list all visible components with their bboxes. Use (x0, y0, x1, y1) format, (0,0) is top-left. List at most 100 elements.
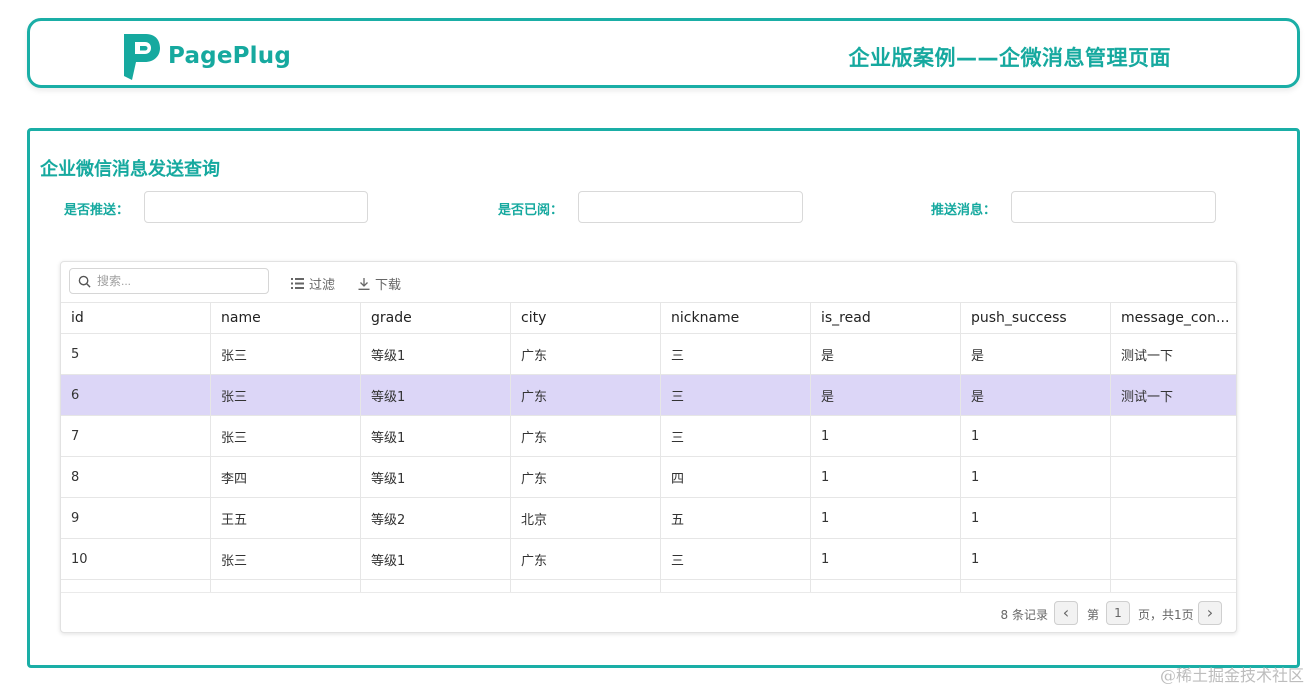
panel-title: 企业微信消息发送查询 (40, 159, 220, 180)
column-header[interactable]: push_success (961, 303, 1111, 333)
page-suffix: 页，共1页 (1138, 608, 1194, 622)
column-header[interactable]: city (511, 303, 661, 333)
table-grid: id name grade city nickname is_read push… (61, 302, 1236, 592)
table-cell: 是 (961, 334, 1111, 374)
filter-button[interactable]: 过滤 (291, 274, 335, 293)
prev-page-button[interactable]: ‹ (1054, 601, 1078, 625)
next-page-button[interactable]: › (1198, 601, 1222, 625)
table-pagination: 8 条记录 ‹ 第 1 页，共1页 › (61, 592, 1236, 632)
table-cell: 是 (811, 375, 961, 415)
header-title: 企业版案例——企微消息管理页面 (848, 46, 1171, 70)
current-page-input[interactable]: 1 (1106, 601, 1130, 625)
table-toolbar: 过滤 下载 (61, 262, 1236, 302)
table-cell: 测试一下 (1121, 348, 1174, 364)
table-cell: 等级1 (361, 416, 511, 456)
table-cell: 等级1 (361, 457, 511, 497)
table-cell: 王五 (211, 498, 361, 538)
table-cell: 是 (811, 334, 961, 374)
query-panel: 企业微信消息发送查询 是否推送： 是否已阅： 推送消息： 过滤 (27, 128, 1300, 668)
search-icon (78, 275, 91, 288)
logo-text: PagePlug (168, 43, 292, 69)
filter-label-read: 是否已阅： (498, 203, 564, 218)
table-cell: 是 (961, 375, 1111, 415)
table-cell: 8 (61, 457, 211, 497)
table-cell: 等级2 (361, 498, 511, 538)
table-cell: 张三 (211, 375, 361, 415)
table-cell: 张三 (211, 539, 361, 579)
download-icon (358, 277, 370, 290)
table-cell: 五 (661, 498, 811, 538)
table-cell: 等级1 (361, 539, 511, 579)
table-cell: 测试一下 (1121, 389, 1174, 405)
filter-input-pushed[interactable] (144, 191, 368, 223)
table-cell: 等级1 (361, 375, 511, 415)
table-cell: 1 (961, 457, 1111, 497)
column-header[interactable]: grade (361, 303, 511, 333)
filter-list-icon (291, 278, 304, 289)
download-button-label: 下载 (375, 278, 402, 293)
table-cell: 1 (811, 498, 961, 538)
table-row[interactable]: 10 张三 等级1 广东三 1 1 (61, 539, 1236, 580)
table-row[interactable]: 9 王五 等级2 北京五 1 1 (61, 498, 1236, 539)
record-count: 8 条记录 (1000, 608, 1048, 622)
table-body: 5 张三 等级1 广东三是是测试一下 6 张三 等级1 广东三是是测试一下 7 张三 等级1 广东三 1… (61, 334, 1236, 580)
table-cell (1111, 539, 1236, 579)
table-cell: 7 (61, 416, 211, 456)
page-prefix: 第 (1087, 608, 1100, 622)
column-header[interactable]: id (61, 303, 211, 333)
table-cell: 三 (661, 416, 811, 456)
table-cell: 1 (811, 416, 961, 456)
data-table: 过滤 下载 id name grade city nickname is_rea… (60, 261, 1237, 633)
filter-input-message[interactable] (1011, 191, 1216, 223)
table-cell: 5 (61, 334, 211, 374)
table-search-box[interactable] (69, 268, 269, 294)
table-row[interactable]: 5 张三 等级1 广东三是是测试一下 (61, 334, 1236, 375)
pageplug-logo-icon (124, 34, 160, 80)
column-header[interactable]: message_con... (1111, 303, 1236, 333)
table-search-input[interactable] (97, 274, 257, 288)
chevron-left-icon: ‹ (1062, 603, 1070, 622)
table-row[interactable]: 7 张三 等级1 广东三 1 1 (61, 416, 1236, 457)
table-cell: 1 (811, 457, 961, 497)
table-cell: 等级1 (361, 334, 511, 374)
chevron-right-icon: › (1206, 603, 1214, 622)
page-header: PagePlug 企业版案例——企微消息管理页面 (27, 18, 1300, 88)
table-cell: 1 (961, 416, 1111, 456)
table-cell: 广东 (511, 334, 661, 374)
table-cell: 张三 (211, 416, 361, 456)
table-cell: 三 (661, 375, 811, 415)
table-cell: 三 (661, 334, 811, 374)
filter-label-pushed: 是否推送： (64, 203, 130, 218)
pageplug-logo: PagePlug (120, 31, 291, 81)
watermark: @稀土掘金技术社区 (1159, 666, 1304, 685)
table-cell: 9 (61, 498, 211, 538)
table-cell (1111, 498, 1236, 538)
table-cell: 10 (61, 539, 211, 579)
table-cell: 1 (961, 539, 1111, 579)
table-cell: 广东 (511, 416, 661, 456)
column-header[interactable]: name (211, 303, 361, 333)
filter-button-label: 过滤 (309, 278, 336, 293)
table-cell: 广东 (511, 539, 661, 579)
column-header[interactable]: nickname (661, 303, 811, 333)
table-row-partial (61, 580, 1236, 592)
table-cell: 四 (661, 457, 811, 497)
table-header-row: id name grade city nickname is_read push… (61, 302, 1236, 334)
table-cell: 6 (61, 375, 211, 415)
table-row[interactable]: 6 张三 等级1 广东三是是测试一下 (61, 375, 1236, 416)
table-cell: 北京 (511, 498, 661, 538)
table-cell (1111, 457, 1236, 497)
table-cell: 张三 (211, 334, 361, 374)
column-header[interactable]: is_read (811, 303, 961, 333)
table-cell: 李四 (211, 457, 361, 497)
table-cell: 1 (811, 539, 961, 579)
download-button[interactable]: 下载 (358, 274, 401, 293)
filter-input-read[interactable] (578, 191, 803, 223)
filter-label-message: 推送消息： (931, 203, 997, 218)
table-cell: 广东 (511, 457, 661, 497)
table-cell: 广东 (511, 375, 661, 415)
table-row[interactable]: 8 李四 等级1 广东四 1 1 (61, 457, 1236, 498)
table-cell: 1 (961, 498, 1111, 538)
table-cell (1111, 416, 1236, 456)
table-cell: 三 (661, 539, 811, 579)
